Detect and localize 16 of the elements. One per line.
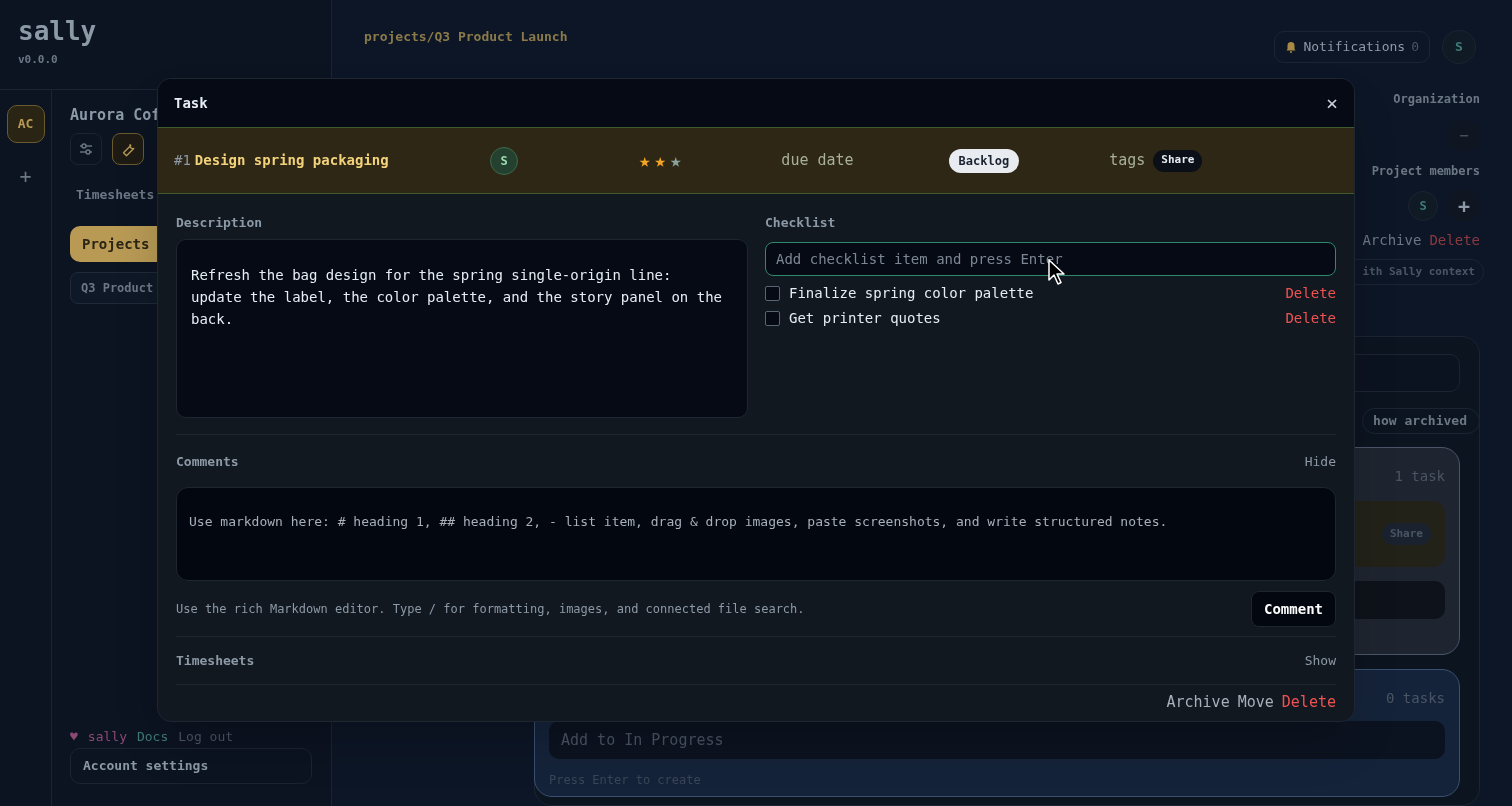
section-label: Comments (176, 452, 239, 471)
app-name: sally (18, 18, 98, 44)
breadcrumb: projects/Q3 Product Launch (364, 28, 568, 46)
task-number: #1 (174, 151, 191, 170)
heart-icon: ♥ (70, 726, 78, 746)
section-label: Timesheets (176, 651, 255, 670)
app-version: v0.0.0 (18, 52, 59, 68)
section-label: Description (176, 214, 264, 232)
checklist-item-text: Finalize spring color palette (789, 283, 1035, 303)
dialog-title: Task (174, 93, 208, 113)
project-members-label: Project members (1371, 163, 1480, 180)
organization-label: Organization (1393, 91, 1480, 108)
checklist-item-text: Get printer quotes (789, 308, 942, 328)
tags-label: tags (1109, 150, 1146, 172)
user-name: sally (87, 727, 127, 746)
section-label: Checklist (765, 214, 837, 232)
